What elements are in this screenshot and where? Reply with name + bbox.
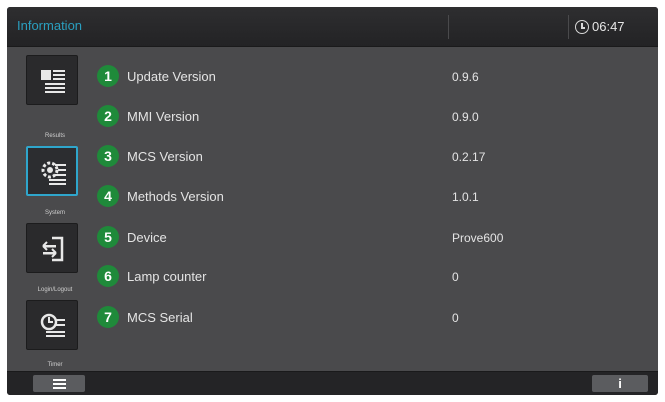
info-label-lamp-counter: Lamp counter [127,269,207,284]
system-settings-icon [41,161,66,185]
header-divider [568,15,569,39]
sidebar-item-label: Results [44,133,65,139]
row-number-badge: 2 [97,105,119,127]
sidebar-item-login-logout[interactable] [26,223,78,273]
row-number-badge: 4 [97,185,119,207]
info-button[interactable]: i [592,375,648,392]
header-bar: Information 06:47 [7,7,658,47]
clock-icon [575,20,589,34]
info-label-mcs-version: MCS Version [127,149,203,164]
info-label-mcs-serial: MCS Serial [127,310,193,325]
sidebar: Results System Login/Logout Timer [19,55,91,373]
info-value-lamp-counter: 0 [452,270,459,284]
sidebar-item-label: System [44,210,65,216]
info-value-mcs-serial: 0 [452,311,459,325]
page-title: Information [17,18,83,33]
hamburger-menu-icon [53,387,66,389]
info-label-device: Device [127,230,167,245]
info-label-mmi-version: MMI Version [127,109,200,124]
row-number-badge: 3 [97,145,119,167]
info-value-mcs-version: 0.2.17 [452,150,486,164]
timer-icon [40,313,65,337]
info-value-update-version: 0.9.6 [452,70,479,84]
results-icon [41,70,65,93]
sidebar-item-timer[interactable] [26,300,78,350]
bottom-bar: i [7,371,658,395]
hamburger-menu-icon [53,383,66,385]
row-number-badge: 5 [97,226,119,248]
instrument-screen: Information 06:47 Results System Login/L… [7,7,658,395]
clock-time: 06:47 [592,19,625,34]
info-value-methods-version: 1.0.1 [452,190,479,204]
sidebar-item-label: Timer [47,362,63,368]
row-number-badge: 7 [97,306,119,328]
hamburger-menu-icon [53,379,66,381]
sidebar-item-results[interactable] [26,55,78,105]
sidebar-item-system[interactable] [26,146,78,196]
row-number-badge: 6 [97,265,119,287]
header-divider [448,15,449,39]
row-number-badge: 1 [97,65,119,87]
info-label-update-version: Update Version [127,69,216,84]
info-label-methods-version: Methods Version [127,189,224,204]
info-value-mmi-version: 0.9.0 [452,110,479,124]
info-value-device: Prove600 [452,231,504,245]
login-logout-icon [42,236,64,262]
menu-button[interactable] [33,375,85,392]
sidebar-item-label: Login/Logout [37,287,73,293]
